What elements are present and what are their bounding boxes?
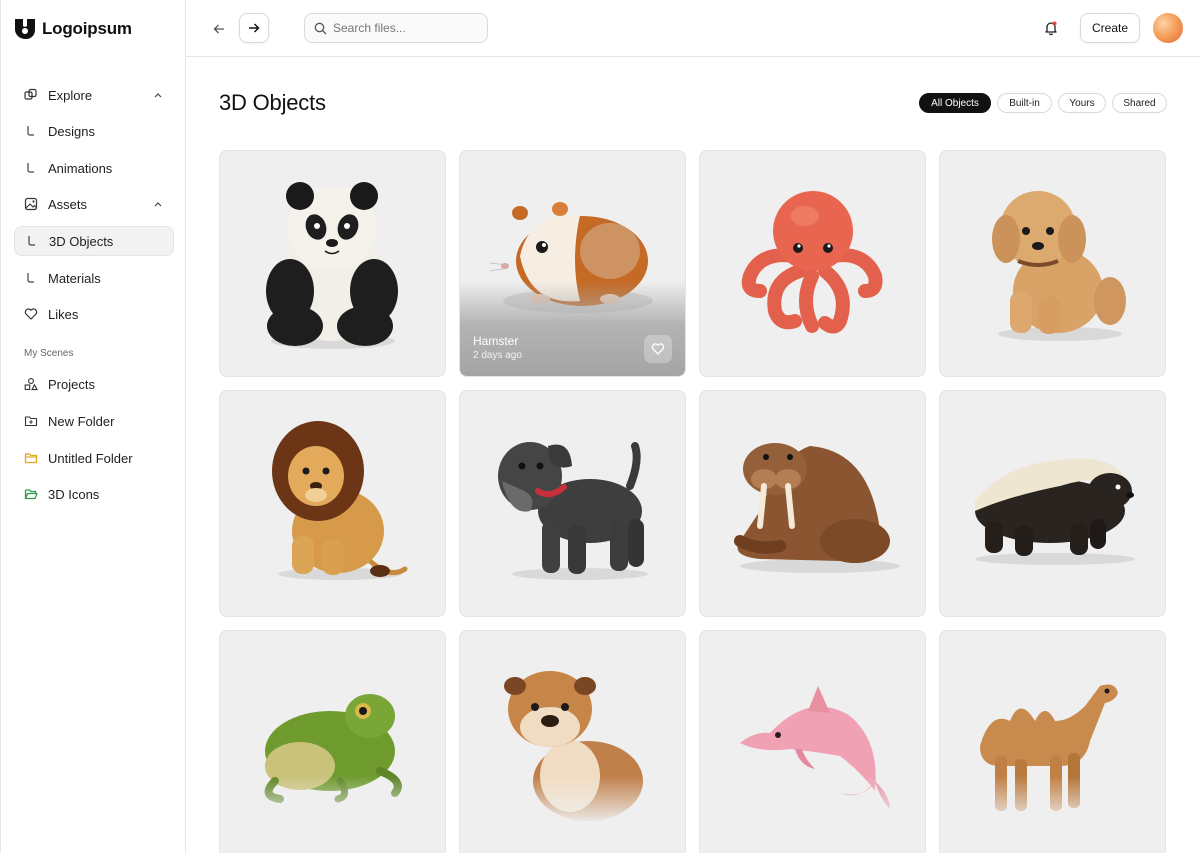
sidebar-item-assets[interactable]: Assets [14,189,174,219]
sidebar-item-label: Materials [48,270,101,286]
avatar[interactable] [1153,13,1183,43]
notifications-button[interactable] [1042,19,1060,37]
arrow-left-icon [213,24,224,34]
object-card-walrus[interactable] [699,390,926,617]
subitem-corner-icon [24,124,38,138]
sidebar-item-label: Explore [48,87,93,103]
sidebar-item-label: Projects [48,376,95,392]
sidebar-item-label: Untitled Folder [48,450,133,466]
forward-button[interactable] [239,13,269,43]
shapes-icon [24,377,38,391]
subitem-corner-icon [24,271,38,285]
folder-open-icon [24,487,38,501]
card-fade [700,776,925,853]
back-button[interactable] [204,14,234,44]
object-card-bulldog[interactable] [459,630,686,853]
filter-shared[interactable]: Shared [1112,93,1167,113]
honey-badger-image [975,458,1135,565]
card-timestamp: 2 days ago [473,350,522,361]
sidebar-item-label: Animations [48,160,113,176]
sidebar-item-projects[interactable]: Projects [14,369,174,399]
sidebar-item-explore[interactable]: Explore [14,80,174,110]
octopus-image [741,191,883,334]
sidebar-item-animations[interactable]: Animations [14,153,174,183]
sidebar-item-untitled-folder[interactable]: Untitled Folder [14,443,174,473]
explore-icon [24,88,38,102]
heart-icon [24,307,38,321]
panda-image [266,182,398,349]
filter-all-objects[interactable]: All Objects [919,93,991,113]
app-window: Logoipsum Explore Designs Animations Ass… [0,0,1200,853]
sidebar-item-3d-objects[interactable]: 3D Objects [14,226,174,256]
card-fade [220,776,445,853]
filter-yours[interactable]: Yours [1058,93,1106,113]
object-card-schnauzer[interactable] [459,390,686,617]
search-icon [314,22,327,34]
image-icon [24,197,38,211]
card-fade [940,776,1165,853]
top-bar: Create [186,0,1200,57]
sidebar-item-label: 3D Objects [49,233,114,249]
create-button[interactable]: Create [1080,13,1140,43]
card-title: Hamster [473,334,519,348]
heart-icon [651,343,665,355]
poodle-image [992,191,1126,341]
sidebar-item-designs[interactable]: Designs [14,116,174,146]
filter-built-in[interactable]: Built-in [997,93,1052,113]
object-card-frog[interactable] [219,630,446,853]
folder-icon [24,451,38,465]
object-card-honey-badger[interactable] [939,390,1166,617]
sidebar-item-label: 3D Icons [48,486,100,502]
sidebar: Logoipsum Explore Designs Animations Ass… [0,0,186,853]
sidebar-item-3d-icons[interactable]: 3D Icons [14,479,174,509]
section-label-my-scenes: My Scenes [24,348,74,359]
card-fade [460,776,685,853]
object-card-panda[interactable] [219,150,446,377]
sidebar-item-new-folder[interactable]: New Folder [14,406,174,436]
chevron-up-icon[interactable] [152,198,164,210]
sidebar-item-label: New Folder [48,413,115,429]
page-title: 3D Objects [219,90,326,115]
sidebar-item-materials[interactable]: Materials [14,263,174,293]
subitem-corner-icon [24,161,38,175]
search-bar[interactable] [304,13,488,43]
lion-image [272,421,408,580]
schnauzer-image [498,442,648,580]
sidebar-item-label: Likes [48,306,79,322]
arrow-right-icon [249,23,260,33]
folder-plus-icon [24,414,38,428]
logo[interactable]: Logoipsum [14,18,132,40]
object-card-lion[interactable] [219,390,446,617]
walrus-image [734,443,900,573]
chevron-up-icon[interactable] [152,89,164,101]
sidebar-item-likes[interactable]: Likes [14,299,174,329]
search-input[interactable] [333,21,473,35]
object-card-hamster[interactable]: Hamster 2 days ago [459,150,686,377]
sidebar-item-label: Designs [48,123,95,139]
like-button[interactable] [644,335,672,363]
object-card-poodle[interactable] [939,150,1166,377]
object-card-camel[interactable] [939,630,1166,853]
object-card-dolphin[interactable] [699,630,926,853]
logo-icon [15,19,36,40]
subitem-corner-icon [25,234,39,248]
logo-text: Logoipsum [42,19,132,38]
sidebar-item-label: Assets [48,196,88,212]
object-card-octopus[interactable] [699,150,926,377]
bell-icon [1045,21,1057,36]
